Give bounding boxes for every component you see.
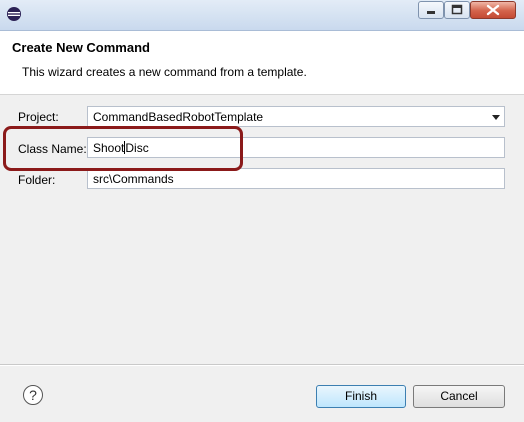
folder-input[interactable]: src\Commands bbox=[87, 168, 505, 189]
create-command-dialog: Create New Command This wizard creates a… bbox=[0, 0, 524, 422]
cancel-button[interactable]: Cancel bbox=[413, 385, 505, 408]
help-button[interactable]: ? bbox=[23, 385, 43, 405]
page-title: Create New Command bbox=[12, 40, 150, 55]
maximize-icon bbox=[451, 4, 463, 15]
footer-divider-highlight bbox=[0, 365, 524, 366]
finish-button[interactable]: Finish bbox=[316, 385, 406, 408]
maximize-button[interactable] bbox=[444, 1, 470, 19]
minimize-icon bbox=[427, 11, 435, 14]
help-icon: ? bbox=[29, 387, 37, 403]
highlight-annotation bbox=[3, 126, 243, 171]
chevron-down-icon[interactable] bbox=[492, 115, 500, 120]
folder-value: src\Commands bbox=[93, 172, 174, 186]
project-combo[interactable]: CommandBasedRobotTemplate bbox=[87, 106, 505, 127]
project-value: CommandBasedRobotTemplate bbox=[93, 110, 264, 124]
close-icon bbox=[486, 4, 500, 16]
project-label: Project: bbox=[18, 110, 59, 124]
close-button[interactable] bbox=[470, 1, 516, 19]
title-bar[interactable] bbox=[0, 0, 524, 31]
wizard-description: This wizard creates a new command from a… bbox=[22, 65, 307, 79]
eclipse-icon bbox=[7, 7, 21, 21]
wizard-header: Create New Command This wizard creates a… bbox=[0, 31, 524, 95]
folder-label: Folder: bbox=[18, 173, 56, 187]
minimize-button[interactable] bbox=[418, 1, 444, 19]
